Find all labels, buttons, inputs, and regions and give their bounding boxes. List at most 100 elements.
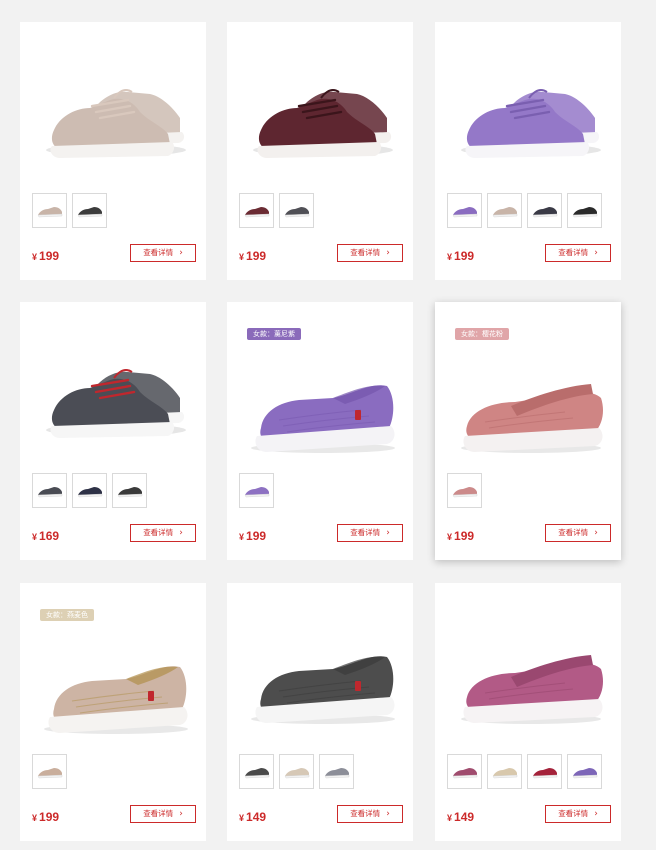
color-variant-thumb[interactable] [279,754,314,789]
color-variant-list [239,193,314,228]
color-variant-thumb[interactable] [72,193,107,228]
color-variant-thumb[interactable] [279,193,314,228]
view-details-button[interactable]: 查看详情 › [337,244,403,262]
view-details-button[interactable]: 查看详情 › [545,244,611,262]
color-variant-list [447,754,602,789]
view-details-label: 查看详情 [143,528,174,537]
color-variant-thumb[interactable] [239,193,274,228]
view-details-button[interactable]: 查看详情 › [130,244,196,262]
color-variant-thumb[interactable] [527,754,562,789]
product-card[interactable]: ¥169 查看详情 › [20,302,206,560]
product-card[interactable]: 女款：薰尼紫 ¥199 查看详情 › [227,302,413,560]
color-variant-list [32,193,107,228]
view-details-label: 查看详情 [558,809,589,818]
color-variant-thumb[interactable] [487,193,522,228]
currency-symbol: ¥ [447,252,453,262]
product-card[interactable]: 女款：燕麦色 ¥199 查看详情 › [20,583,206,841]
product-card[interactable]: ¥149 查看详情 › [227,583,413,841]
price: ¥199 [32,249,59,263]
color-variant-thumb[interactable] [567,754,602,789]
view-details-label: 查看详情 [350,248,381,257]
color-variant-list [239,473,274,508]
color-variant-thumb[interactable] [112,473,147,508]
color-variant-thumb[interactable] [32,193,67,228]
chevron-right-icon: › [594,248,598,258]
currency-symbol: ¥ [32,252,38,262]
view-details-button[interactable]: 查看详情 › [130,524,196,542]
view-details-label: 查看详情 [143,248,174,257]
view-details-label: 查看详情 [143,809,174,818]
chevron-right-icon: › [594,528,598,538]
currency-symbol: ¥ [32,813,38,823]
color-variant-thumb[interactable] [239,473,274,508]
color-variant-list [32,473,147,508]
view-details-label: 查看详情 [350,809,381,818]
product-image[interactable] [30,617,196,747]
price-value: 199 [39,810,60,824]
color-variant-list [447,473,482,508]
view-details-button[interactable]: 查看详情 › [545,805,611,823]
price-value: 169 [39,529,60,543]
price: ¥149 [239,810,266,824]
currency-symbol: ¥ [239,252,245,262]
price: ¥169 [32,529,59,543]
color-variant-thumb[interactable] [527,193,562,228]
color-variant-list [447,193,602,228]
view-details-button[interactable]: 查看详情 › [337,805,403,823]
color-variant-thumb[interactable] [32,473,67,508]
chevron-right-icon: › [594,809,598,819]
product-card[interactable]: 女款：樱花粉 ¥199 查看详情 › [435,302,621,560]
product-image[interactable] [237,607,403,737]
view-details-button[interactable]: 查看详情 › [337,524,403,542]
currency-symbol: ¥ [447,532,453,542]
price-value: 199 [246,529,267,543]
color-variant-thumb[interactable] [447,193,482,228]
color-variant-thumb[interactable] [567,193,602,228]
product-image[interactable] [237,336,403,466]
color-variant-thumb[interactable] [447,754,482,789]
product-image[interactable] [30,326,196,456]
price-value: 149 [246,810,267,824]
view-details-label: 查看详情 [558,248,589,257]
view-details-button[interactable]: 查看详情 › [130,805,196,823]
price-value: 199 [454,249,475,263]
product-card[interactable]: ¥199 查看详情 › [227,22,413,280]
color-variant-list [32,754,67,789]
currency-symbol: ¥ [32,532,38,542]
price: ¥199 [239,249,266,263]
price-value: 199 [454,529,475,543]
price-value: 199 [39,249,60,263]
price: ¥199 [32,810,59,824]
product-card[interactable]: ¥199 查看详情 › [20,22,206,280]
view-details-label: 查看详情 [558,528,589,537]
color-variant-list [239,754,354,789]
view-details-button[interactable]: 查看详情 › [545,524,611,542]
price-value: 149 [454,810,475,824]
chevron-right-icon: › [386,809,390,819]
view-details-label: 查看详情 [350,528,381,537]
currency-symbol: ¥ [447,813,453,823]
chevron-right-icon: › [386,528,390,538]
product-image[interactable] [445,336,611,466]
price: ¥199 [447,249,474,263]
color-variant-thumb[interactable] [487,754,522,789]
color-variant-thumb[interactable] [447,473,482,508]
price: ¥149 [447,810,474,824]
color-variant-thumb[interactable] [239,754,274,789]
price-value: 199 [246,249,267,263]
product-card[interactable]: ¥199 查看详情 › [435,22,621,280]
product-image[interactable] [445,607,611,737]
chevron-right-icon: › [179,528,183,538]
product-image[interactable] [30,46,196,176]
product-image[interactable] [445,46,611,176]
currency-symbol: ¥ [239,813,245,823]
color-variant-thumb[interactable] [319,754,354,789]
currency-symbol: ¥ [239,532,245,542]
product-card[interactable]: ¥149 查看详情 › [435,583,621,841]
product-image[interactable] [237,46,403,176]
color-variant-thumb[interactable] [72,473,107,508]
chevron-right-icon: › [179,248,183,258]
chevron-right-icon: › [386,248,390,258]
color-variant-thumb[interactable] [32,754,67,789]
price: ¥199 [447,529,474,543]
